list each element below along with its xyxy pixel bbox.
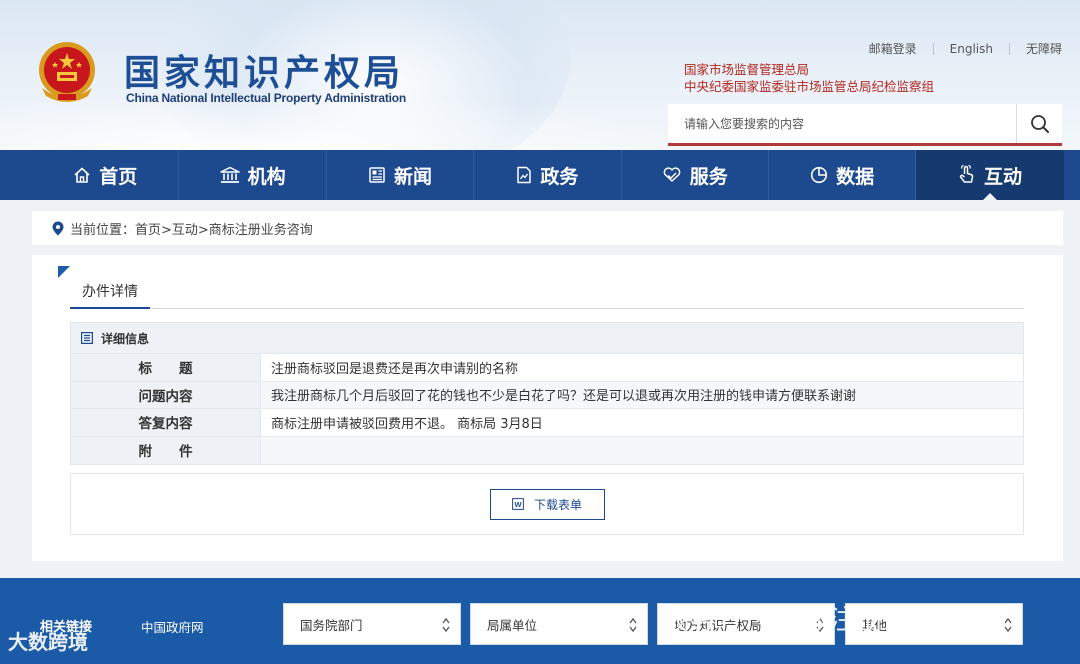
detail-section-header: 详细信息 [71,323,1023,354]
building-icon [219,166,240,183]
svg-text:W: W [514,500,522,509]
national-emblem-icon [39,42,95,102]
watermark-text: 服务号 · 商标注册及转让 [660,605,969,636]
gov-portal-link[interactable]: 中国政府网 [141,617,204,636]
top-links: 邮箱登录 English 无障碍 [853,40,1062,57]
english-link[interactable]: English [934,42,1009,56]
home-icon [74,167,90,183]
watermark-logo: 大数跨境 [8,630,88,654]
location-pin-icon [52,221,64,235]
select-value: 国务院部门 [300,617,363,633]
nav-item-interact[interactable]: 互动 [916,150,1064,201]
updown-arrow-icon [1004,617,1012,633]
detail-card: 办件详情 详细信息 标 题 注册商标驳回是退费还是再次申请别的名称 问题内容 我… [32,255,1063,561]
breadcrumb-prefix: 当前位置： [70,222,136,238]
table-row: 标 题 注册商标驳回是退费还是再次申请别的名称 [71,354,1023,382]
nav-item-home[interactable]: 首页 [32,150,180,200]
row-label: 附 件 [71,436,261,464]
affiliated-unit-select[interactable]: 局属单位 [470,603,648,645]
download-form-button[interactable]: W 下载表单 [489,488,605,520]
nav-item-label: 政务 [540,165,579,188]
news-icon [369,167,385,183]
updown-arrow-icon [629,617,637,633]
document-icon [517,166,532,184]
pie-chart-icon [811,166,828,184]
nav-item-label: 新闻 [393,165,432,188]
heart-hand-icon [663,167,681,182]
accessibility-link[interactable]: 无障碍 [1010,40,1062,57]
state-council-select[interactable]: 国务院部门 [283,603,461,645]
nav-item-gov[interactable]: 政务 [474,150,622,200]
row-value: 注册商标驳回是退费还是再次申请别的名称 [261,354,1023,381]
detail-table: 详细信息 标 题 注册商标驳回是退费还是再次申请别的名称 问题内容 我注册商标几… [70,322,1024,465]
nav-item-news[interactable]: 新闻 [327,150,475,200]
table-row: 答复内容 商标注册申请被驳回费用不退。 商标局 3月8日 [71,409,1023,437]
section-title: 详细信息 [101,331,150,346]
corner-triangle-icon [58,266,70,278]
tab-row: 办件详情 [70,281,1024,309]
nav-item-label: 首页 [99,165,138,188]
agency-line-2[interactable]: 中央纪委国家监委驻市场监管总局纪检监察组 [684,78,934,95]
list-icon [81,332,93,344]
row-value: 我注册商标几个月后驳回了花的钱也不少是白花了吗？还是可以退或再次用注册的钱申请方… [261,381,1023,408]
word-doc-icon: W [512,498,524,510]
search-box [668,104,1062,146]
nav-item-service[interactable]: 服务 [622,150,769,200]
nav-item-label: 互动 [984,165,1023,188]
nav-item-label: 数据 [836,165,875,188]
nav-item-label: 服务 [689,165,728,188]
search-input[interactable] [668,104,1016,143]
row-label: 标 题 [71,354,261,381]
mail-login-link[interactable]: 邮箱登录 [853,40,933,57]
row-label: 问题内容 [71,381,261,408]
breadcrumb: 当前位置： 首页>互动>商标注册业务咨询 [32,211,1063,245]
site-subtitle: China National Intellectual Property Adm… [126,91,407,105]
breadcrumb-path[interactable]: 首页>互动>商标注册业务咨询 [135,219,313,238]
table-row: 问题内容 我注册商标几个月后驳回了花的钱也不少是白花了吗？还是可以退或再次用注册… [71,381,1023,409]
nav-item-org[interactable]: 机构 [179,150,327,200]
row-value: 商标注册申请被驳回费用不退。 商标局 3月8日 [261,409,1023,436]
nav-item-label: 机构 [247,165,286,188]
updown-arrow-icon [442,617,450,633]
row-value [261,436,1023,464]
agency-lines: 国家市场监督管理总局 中央纪委国家监委驻市场监管总局纪检监察组 [684,61,934,95]
download-area: W 下载表单 [70,473,1024,535]
download-label: 下载表单 [533,497,582,512]
tab-case-detail[interactable]: 办件详情 [70,281,150,309]
select-value: 局属单位 [487,617,538,633]
nav-item-data[interactable]: 数据 [769,150,917,200]
site-header: 国家知识产权局 China National Intellectual Prop… [0,0,1080,150]
row-label: 答复内容 [71,409,261,436]
table-row: 附 件 [71,436,1023,464]
site-title: 国家知识产权局 [124,53,405,94]
search-icon [1030,114,1049,133]
agency-line-1[interactable]: 国家市场监督管理总局 [684,61,934,78]
search-button[interactable] [1016,104,1062,143]
main-nav: 首页 机构 新闻 政务 服务 数据 互动 [0,150,1080,201]
hand-pointer-icon [959,165,974,183]
